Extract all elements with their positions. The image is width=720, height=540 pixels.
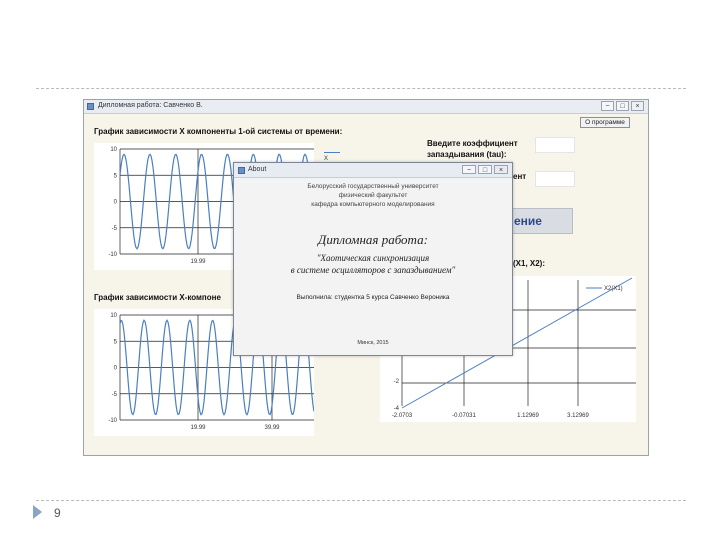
top-y-tick: 5	[114, 173, 118, 179]
top-x-tick: 19.99	[190, 259, 206, 265]
app-icon	[87, 103, 94, 110]
city-year: Минск, 2015	[357, 340, 389, 346]
about-close-button[interactable]: ×	[494, 165, 508, 174]
thesis-title: Дипломная работа:	[318, 232, 428, 247]
tau-input[interactable]	[535, 137, 575, 153]
phase-x-tick: -0.07031	[452, 413, 476, 419]
coefficient-label: ент	[513, 172, 527, 181]
institution-line-1: Белорусский государственный университет	[307, 183, 439, 190]
tau-label-line2: запаздывания (tau):	[427, 150, 507, 159]
top-divider	[36, 88, 686, 89]
about-minimize-button[interactable]: −	[462, 165, 476, 174]
about-titlebar: About − □ ×	[234, 163, 512, 178]
phase-x-tick: 3.12969	[567, 413, 589, 419]
main-titlebar: Дипломная работа: Савченко В. − □ ×	[84, 100, 648, 114]
bot-y-tick: 0	[114, 366, 118, 372]
bot-y-tick: 5	[114, 339, 118, 345]
about-title: About	[248, 166, 267, 173]
tau-label-line1: Введите коэффициент	[427, 139, 518, 148]
phase-chart-label: (X1, X2):	[513, 259, 546, 268]
bot-x-tick: 39.99	[264, 425, 280, 431]
about-app-icon	[238, 167, 245, 174]
slide-number: 9	[54, 506, 61, 520]
top-y-tick: -5	[112, 226, 118, 232]
bot-y-tick: -10	[108, 418, 117, 424]
top-chart-legend: X	[324, 150, 340, 162]
minimize-button[interactable]: −	[601, 101, 614, 111]
top-chart-label: График зависимости X компоненты 1-ой сис…	[94, 127, 343, 136]
window-controls: − □ ×	[601, 101, 644, 111]
about-dialog: About − □ × Белорусский государственный …	[233, 162, 513, 356]
slide-arrow-icon	[33, 505, 42, 519]
phase-legend-label: X2(X1)	[604, 286, 623, 292]
phase-y-tick: -2	[394, 379, 400, 385]
phase-y-tick: -4	[394, 406, 400, 412]
coefficient-input[interactable]	[535, 171, 575, 187]
bot-x-tick: 19.99	[190, 425, 206, 431]
about-program-button[interactable]: О программе	[580, 117, 630, 128]
bottom-divider	[36, 500, 686, 501]
top-y-tick: 0	[114, 200, 118, 206]
topic-line-1: "Хаотическая синхронизация	[316, 253, 430, 263]
phase-x-tick: -2.0703	[392, 413, 413, 419]
bottom-chart-label: График зависимости X-компоне	[94, 293, 221, 302]
bot-y-tick: 10	[110, 313, 117, 319]
top-y-tick: 10	[110, 147, 117, 153]
about-window-controls: − □ ×	[462, 165, 508, 174]
maximize-button[interactable]: □	[616, 101, 629, 111]
bot-y-tick: -5	[112, 392, 118, 398]
window-title: Дипломная работа: Савченко В.	[98, 102, 203, 109]
about-maximize-button[interactable]: □	[478, 165, 492, 174]
institution-line-3: кафедра компьютерного моделирования	[311, 201, 435, 208]
close-button[interactable]: ×	[631, 101, 644, 111]
top-y-tick: -10	[108, 252, 117, 258]
calculate-button-label: ение	[514, 214, 542, 228]
phase-x-tick: 1.12969	[517, 413, 539, 419]
author-line: Выполнила: студентка 5 курса Савченко Ве…	[296, 294, 450, 301]
institution-line-2: физический факультет	[338, 192, 408, 199]
topic-line-2: в системе осцилляторов с запаздыванием"	[290, 265, 456, 275]
